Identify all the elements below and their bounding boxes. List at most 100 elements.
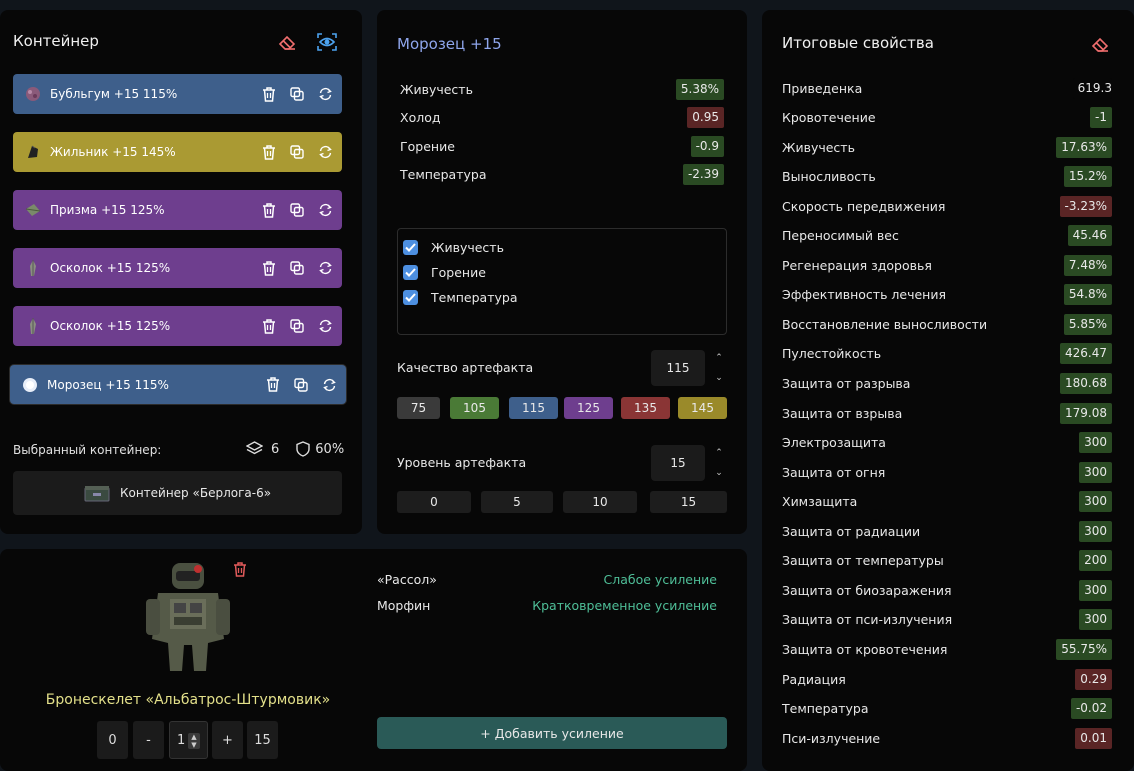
total-name: Переносимый вес (782, 228, 899, 244)
trash-icon[interactable] (264, 376, 282, 394)
container-select-button[interactable]: Контейнер «Берлога-6» (13, 471, 342, 515)
suit-max-button[interactable]: 15 (247, 721, 278, 759)
shard-icon (24, 259, 42, 277)
level-option[interactable]: 0 (397, 491, 471, 513)
artifact-row[interactable]: Морозец +15 115% (10, 365, 346, 404)
total-row: Химзащита 300 (782, 490, 1112, 514)
quality-option[interactable]: 145 (678, 397, 727, 419)
total-value: 0.01 (1075, 727, 1112, 749)
eraser-icon[interactable] (1088, 32, 1112, 56)
frost-icon (21, 376, 39, 394)
stat-value: -2.39 (682, 164, 724, 185)
total-row: Защита от биозаражения 300 (782, 578, 1112, 602)
total-name: Живучесть (782, 139, 855, 155)
total-value: 55.75% (1056, 638, 1112, 660)
chevron-up-icon[interactable]: ⌃ (715, 448, 723, 458)
suit-minus-button[interactable]: - (133, 721, 164, 759)
trash-icon[interactable] (260, 259, 278, 277)
quality-label: Качество артефакта (397, 360, 534, 375)
total-row: Скорость передвижения -3.23% (782, 194, 1112, 218)
total-value: 17.63% (1056, 136, 1112, 158)
total-value: 300 (1079, 520, 1112, 542)
chevron-down-icon[interactable]: ⌄ (715, 468, 723, 478)
trash-icon[interactable] (260, 143, 278, 161)
artifact-row[interactable]: Осколок +15 125% (13, 306, 342, 346)
trash-icon[interactable] (232, 561, 248, 582)
quality-option[interactable]: 75 (397, 397, 440, 419)
eye-scan-icon[interactable] (315, 30, 339, 54)
total-value: 5.85% (1063, 313, 1112, 335)
quality-spinner[interactable]: ⌃ ⌄ (713, 353, 725, 383)
swap-icon[interactable] (316, 317, 334, 335)
level-option[interactable]: 5 (481, 491, 553, 513)
total-row: Живучесть 17.63% (782, 135, 1112, 159)
total-value: 179.08 (1060, 402, 1112, 424)
copy-icon[interactable] (288, 317, 306, 335)
total-row: Кровотечение -1 (782, 106, 1112, 130)
quality-input[interactable]: 115 (651, 350, 705, 386)
totals-title: Итоговые свойства (782, 34, 934, 52)
swap-icon[interactable] (316, 259, 334, 277)
artifact-row[interactable]: Жильник +15 145% (13, 132, 342, 172)
checkmark-icon[interactable] (403, 240, 418, 255)
quality-option[interactable]: 125 (564, 397, 613, 419)
level-option[interactable]: 10 (563, 491, 637, 513)
copy-icon[interactable] (288, 143, 306, 161)
copy-icon[interactable] (288, 85, 306, 103)
quality-option[interactable]: 115 (509, 397, 558, 419)
trash-icon[interactable] (260, 201, 278, 219)
total-name: Восстановление выносливости (782, 316, 988, 332)
trash-icon[interactable] (260, 85, 278, 103)
boost-row: «Рассол» Слабое усиление (377, 572, 717, 587)
trash-icon[interactable] (260, 317, 278, 335)
total-name: Приведенка (782, 80, 863, 96)
swap-icon[interactable] (316, 143, 334, 161)
chevron-up-icon[interactable]: ⌃ (715, 353, 723, 363)
checkmark-icon[interactable] (403, 265, 418, 280)
total-name: Выносливость (782, 169, 876, 185)
total-value: 180.68 (1060, 373, 1112, 394)
artifact-row[interactable]: Бубльгум +15 115% (13, 74, 342, 114)
boost-name: «Рассол» (377, 572, 437, 587)
add-boost-button[interactable]: + Добавить усиление (377, 717, 727, 749)
checkmark-icon[interactable] (403, 290, 418, 305)
artifact-row[interactable]: Призма +15 125% (13, 190, 342, 230)
artifact-name: Призма +15 125% (50, 203, 165, 217)
quality-option[interactable]: 105 (450, 397, 499, 419)
copy-icon[interactable] (288, 259, 306, 277)
copy-icon[interactable] (288, 201, 306, 219)
stat-checkbox[interactable]: Температура (403, 285, 726, 310)
checkbox-label: Горение (431, 265, 486, 280)
zhilnik-icon (24, 143, 42, 161)
shield-icon (296, 441, 310, 457)
total-name: Защита от взрыва (782, 405, 903, 421)
total-name: Защита от кровотечения (782, 641, 948, 657)
layers-icon (246, 441, 263, 455)
suit-min-button[interactable]: 0 (97, 721, 128, 759)
quality-option[interactable]: 135 (621, 397, 670, 419)
swap-icon[interactable] (316, 201, 334, 219)
total-row: Радиация 0.29 (782, 667, 1112, 691)
stat-name: Холод (400, 110, 441, 125)
total-row: Выносливость 15.2% (782, 165, 1112, 189)
level-spinner[interactable]: ⌃ ⌄ (713, 448, 725, 478)
total-value: 200 (1079, 550, 1112, 572)
level-option[interactable]: 15 (650, 491, 727, 513)
eraser-icon[interactable] (275, 30, 299, 54)
level-input[interactable]: 15 (651, 445, 705, 481)
bubblegum-icon (24, 85, 42, 103)
copy-icon[interactable] (292, 376, 310, 394)
suit-level-input[interactable]: 1 ▲ ▼ (169, 721, 208, 759)
total-value: 300 (1079, 609, 1112, 631)
swap-icon[interactable] (320, 376, 338, 394)
stat-checkbox[interactable]: Живучесть (403, 235, 726, 260)
swap-icon[interactable] (316, 85, 334, 103)
stepper-icon[interactable]: ▲ ▼ (188, 733, 200, 749)
artifact-row[interactable]: Осколок +15 125% (13, 248, 342, 288)
stat-checkbox[interactable]: Горение (403, 260, 726, 285)
total-value: 619.3 (1072, 77, 1112, 99)
boost-name: Морфин (377, 598, 431, 613)
suit-plus-button[interactable]: + (212, 721, 243, 759)
chevron-down-icon[interactable]: ⌄ (715, 373, 723, 383)
totals-panel: Итоговые свойства Приведенка 619.3 Кровот… (762, 10, 1134, 771)
